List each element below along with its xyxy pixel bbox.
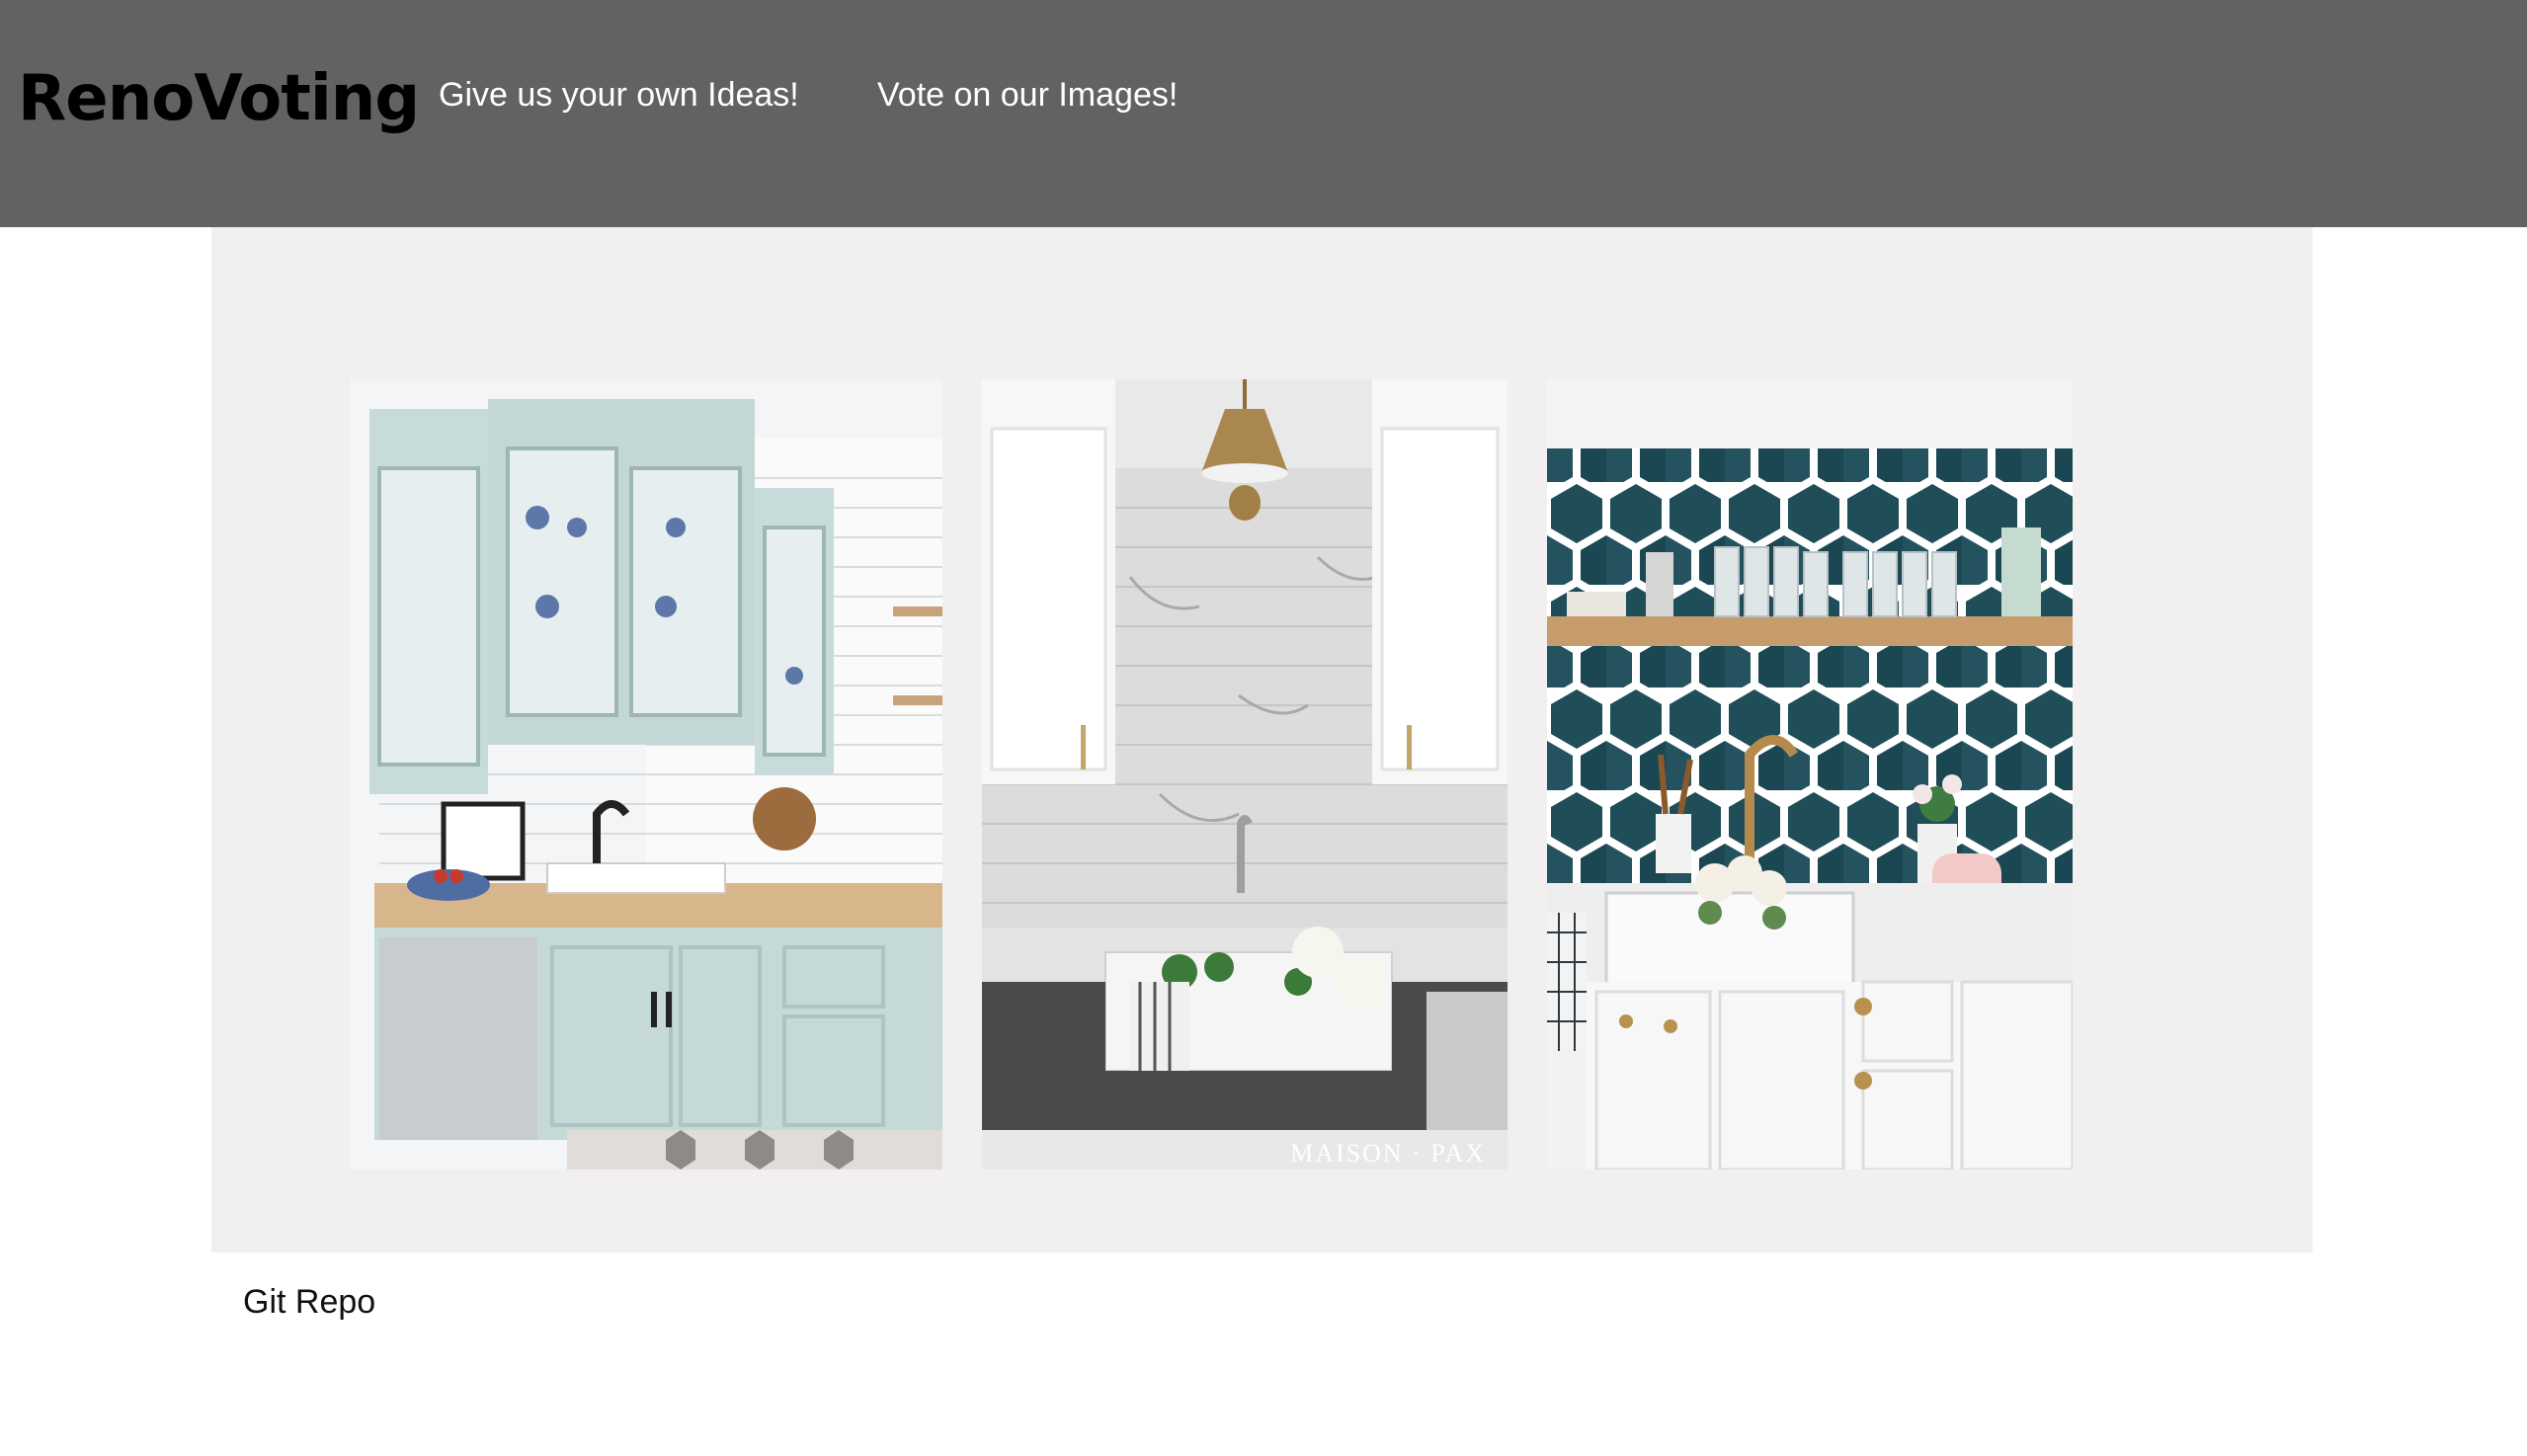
- site-header: RenoVoting Give us your own Ideas! Vote …: [0, 0, 2527, 227]
- kitchen-image-3: [1547, 379, 2073, 1170]
- kitchen-image-1: [350, 379, 942, 1170]
- nav-link-vote[interactable]: Vote on our Images!: [877, 73, 1178, 117]
- kitchen-image-2: MAISON · PAX: [982, 379, 1508, 1170]
- site-logo[interactable]: RenoVoting: [18, 59, 420, 138]
- kitchen-photo-teal-hex[interactable]: [1547, 379, 2073, 1170]
- kitchen-photo-blue-cabinets[interactable]: [350, 379, 942, 1170]
- nav-link-ideas[interactable]: Give us your own Ideas!: [439, 73, 799, 117]
- git-repo-link[interactable]: Git Repo: [243, 1280, 375, 1324]
- kitchen-photo-marble[interactable]: MAISON · PAX: [982, 379, 1508, 1170]
- watermark-text: MAISON · PAX: [1290, 1139, 1486, 1168]
